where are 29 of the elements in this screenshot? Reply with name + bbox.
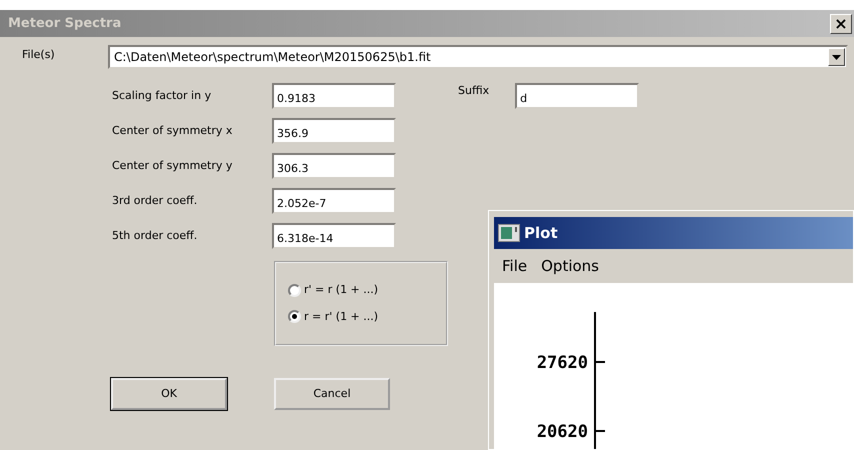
radio-option[interactable]: r' = r (1 + ...) <box>288 282 446 298</box>
file-path: C:\Daten\Meteor\spectrum\Meteor\M20150625\b1.fit <box>114 49 431 66</box>
field-label: Scaling factor in y <box>112 88 212 104</box>
radio-button[interactable] <box>288 310 301 324</box>
menu-item[interactable]: File <box>502 254 528 278</box>
field-label: Center of symmetry y <box>112 158 234 174</box>
suffix-field[interactable]: d <box>515 83 640 109</box>
field-label: Center of symmetry x <box>112 122 234 139</box>
field-label: 5th order coeff. <box>112 228 198 244</box>
value-field[interactable]: 0.9183 <box>272 83 396 109</box>
radio-option[interactable]: r = r' (1 + ...) <box>288 308 446 325</box>
value-field[interactable]: 356.9 <box>272 118 396 144</box>
files-label: File(s) <box>22 47 56 63</box>
menu-item[interactable]: Options <box>541 254 599 278</box>
close-button[interactable]: × <box>830 14 852 34</box>
plot-title: Plot <box>524 222 558 244</box>
suffix-label: Suffix <box>458 83 490 99</box>
ok-button[interactable]: OK <box>111 378 227 410</box>
file-dropdown[interactable]: C:\Daten\Meteor\spectrum\Meteor\M20150625\b1.fit <box>108 45 848 69</box>
value-field[interactable]: 6.318e-14 <box>272 223 396 249</box>
tick-label: 20620 <box>536 421 588 444</box>
field-label: 3rd order coeff. <box>112 192 198 209</box>
value-field[interactable]: 306.3 <box>272 153 396 179</box>
radio-button[interactable] <box>288 284 301 297</box>
tick-label: 27620 <box>536 352 588 375</box>
value-field[interactable]: 2.052e-7 <box>272 188 396 214</box>
cancel-button[interactable]: Cancel <box>274 378 390 410</box>
window-title: Meteor Spectra <box>8 14 122 33</box>
app-icon <box>498 224 520 242</box>
